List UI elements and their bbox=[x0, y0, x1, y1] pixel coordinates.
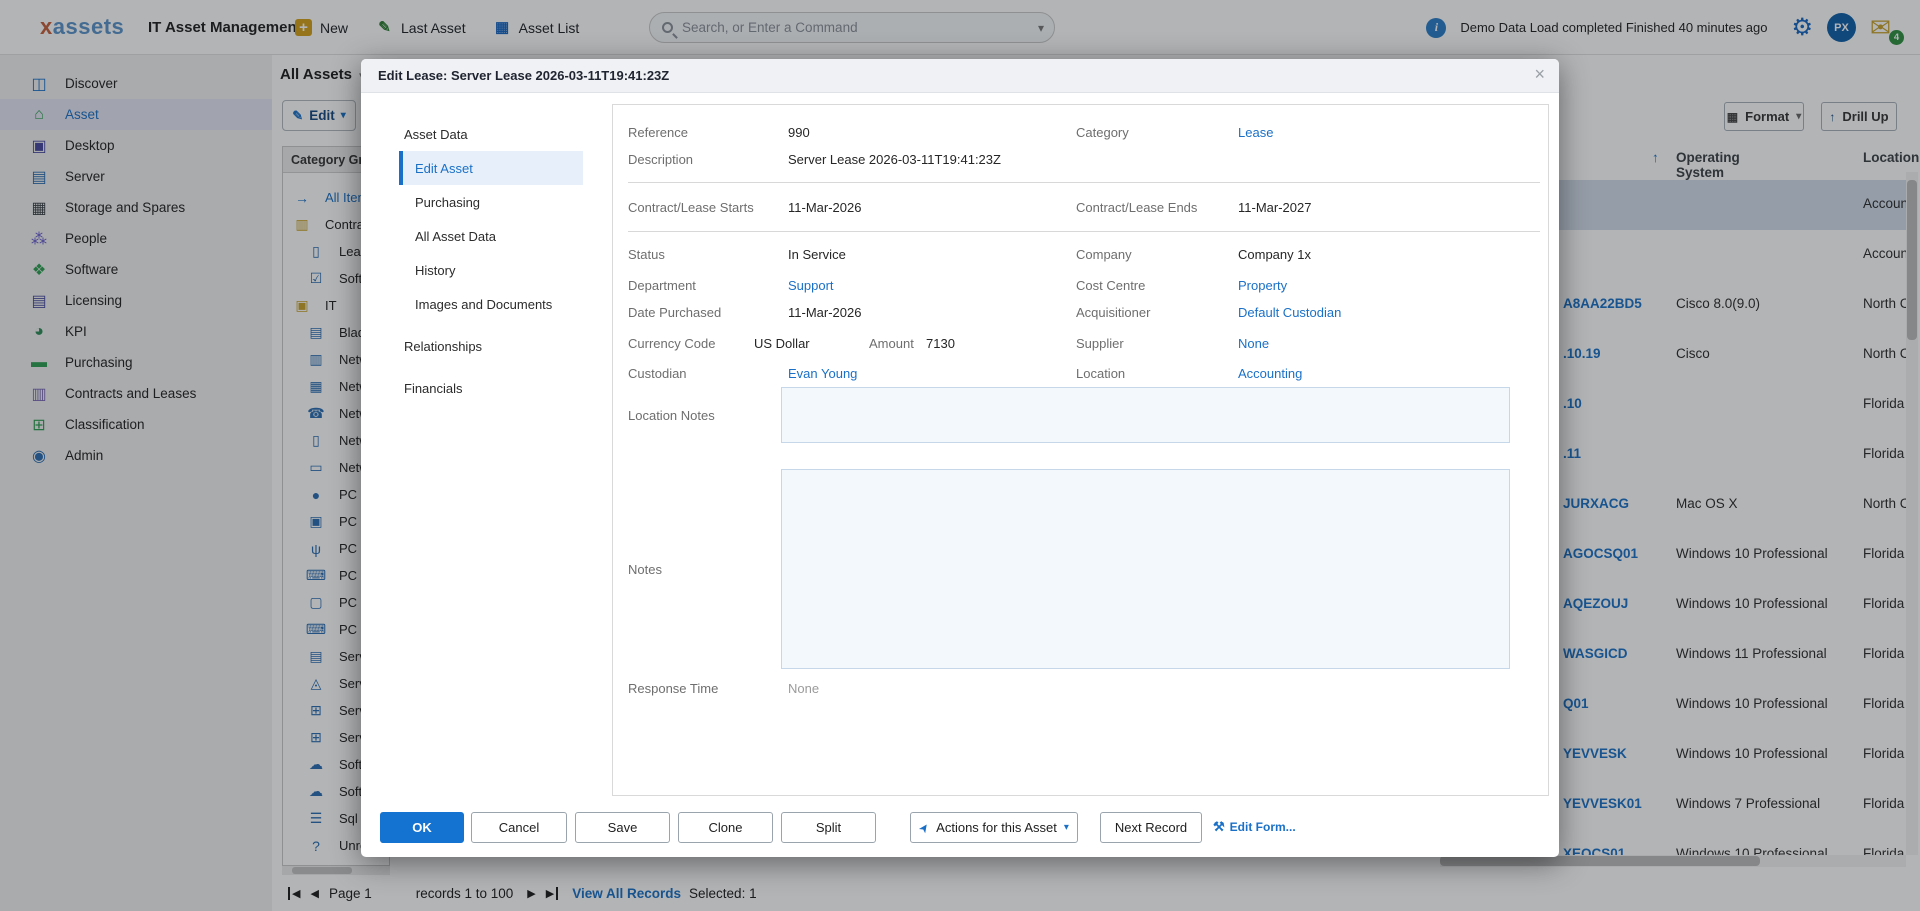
description-value[interactable]: Server Lease 2026-03-11T19:41:23Z bbox=[788, 152, 1001, 167]
modal-header: Edit Lease: Server Lease 2026-03-11T19:4… bbox=[361, 59, 1559, 93]
reference-value: 990 bbox=[788, 125, 810, 140]
modal-nav-item[interactable]: Financials bbox=[399, 371, 583, 405]
modal-nav-item[interactable]: History bbox=[399, 253, 583, 287]
chevron-down-icon: ▾ bbox=[1064, 822, 1069, 833]
modal-nav-item[interactable]: Purchasing bbox=[399, 185, 583, 219]
cost-centre-value-link[interactable]: Property bbox=[1238, 278, 1287, 293]
date-purchased-value[interactable]: 11-Mar-2026 bbox=[788, 305, 861, 320]
next-record-button[interactable]: Next Record bbox=[1100, 812, 1202, 843]
clone-button[interactable]: Clone bbox=[678, 812, 773, 843]
asset-form: Reference 990 Category Lease Description… bbox=[612, 104, 1549, 796]
category-value-link[interactable]: Lease bbox=[1238, 125, 1273, 140]
amount-value[interactable]: 7130 bbox=[926, 336, 955, 351]
ok-button[interactable]: OK bbox=[380, 812, 464, 843]
acquisitioner-value-link[interactable]: Default Custodian bbox=[1238, 305, 1341, 320]
contract-starts-label: Contract/Lease Starts bbox=[628, 200, 754, 215]
cursor-arrow-icon: ➤ bbox=[916, 819, 933, 835]
cancel-button[interactable]: Cancel bbox=[471, 812, 567, 843]
edit-lease-modal: Edit Lease: Server Lease 2026-03-11T19:4… bbox=[361, 59, 1559, 857]
response-time-label: Response Time bbox=[628, 681, 718, 696]
contract-ends-label: Contract/Lease Ends bbox=[1076, 200, 1197, 215]
edit-form-link[interactable]: ⚒ Edit Form... bbox=[1213, 819, 1296, 835]
description-label: Description bbox=[628, 152, 693, 167]
status-label: Status bbox=[628, 247, 665, 262]
section-divider bbox=[628, 182, 1540, 183]
location-label: Location bbox=[1076, 366, 1125, 381]
close-icon[interactable]: × bbox=[1534, 64, 1545, 85]
acquisitioner-label: Acquisitioner bbox=[1076, 305, 1150, 320]
department-value-link[interactable]: Support bbox=[788, 278, 834, 293]
split-button[interactable]: Split bbox=[781, 812, 876, 843]
modal-nav-item[interactable]: Relationships bbox=[399, 329, 583, 363]
section-divider bbox=[628, 231, 1540, 232]
amount-label: Amount bbox=[869, 336, 914, 351]
custodian-value-link[interactable]: Evan Young bbox=[788, 366, 857, 381]
modal-nav-item[interactable]: Asset Data bbox=[399, 117, 583, 151]
save-button[interactable]: Save bbox=[575, 812, 670, 843]
contract-ends-value[interactable]: 11-Mar-2027 bbox=[1238, 200, 1311, 215]
notes-label: Notes bbox=[628, 562, 662, 577]
modal-nav-item[interactable]: Edit Asset bbox=[399, 151, 583, 185]
modal-nav-item[interactable]: Images and Documents bbox=[399, 287, 583, 321]
currency-value[interactable]: US Dollar bbox=[754, 336, 810, 351]
response-time-value: None bbox=[788, 681, 819, 696]
status-value[interactable]: In Service bbox=[788, 247, 846, 262]
category-label: Category bbox=[1076, 125, 1129, 140]
actions-for-asset-button[interactable]: ➤ Actions for this Asset ▾ bbox=[910, 812, 1078, 843]
department-label: Department bbox=[628, 278, 696, 293]
reference-label: Reference bbox=[628, 125, 688, 140]
currency-label: Currency Code bbox=[628, 336, 715, 351]
location-notes-textarea[interactable] bbox=[781, 387, 1510, 443]
company-label: Company bbox=[1076, 247, 1132, 262]
date-purchased-label: Date Purchased bbox=[628, 305, 721, 320]
modal-nav: Asset Data Edit Asset Purchasing All Ass… bbox=[399, 109, 583, 405]
company-value[interactable]: Company 1x bbox=[1238, 247, 1311, 262]
location-value-link[interactable]: Accounting bbox=[1238, 366, 1302, 381]
modal-title: Edit Lease: Server Lease 2026-03-11T19:4… bbox=[378, 68, 669, 83]
wrench-icon: ⚒ bbox=[1213, 819, 1225, 835]
custodian-label: Custodian bbox=[628, 366, 687, 381]
notes-textarea[interactable] bbox=[781, 469, 1510, 669]
screen: xassets IT Asset Management + New ✎ Last… bbox=[0, 0, 1920, 911]
supplier-value-link[interactable]: None bbox=[1238, 336, 1269, 351]
supplier-label: Supplier bbox=[1076, 336, 1124, 351]
modal-nav-item[interactable]: All Asset Data bbox=[399, 219, 583, 253]
contract-starts-value[interactable]: 11-Mar-2026 bbox=[788, 200, 861, 215]
location-notes-label: Location Notes bbox=[628, 408, 715, 423]
cost-centre-label: Cost Centre bbox=[1076, 278, 1145, 293]
